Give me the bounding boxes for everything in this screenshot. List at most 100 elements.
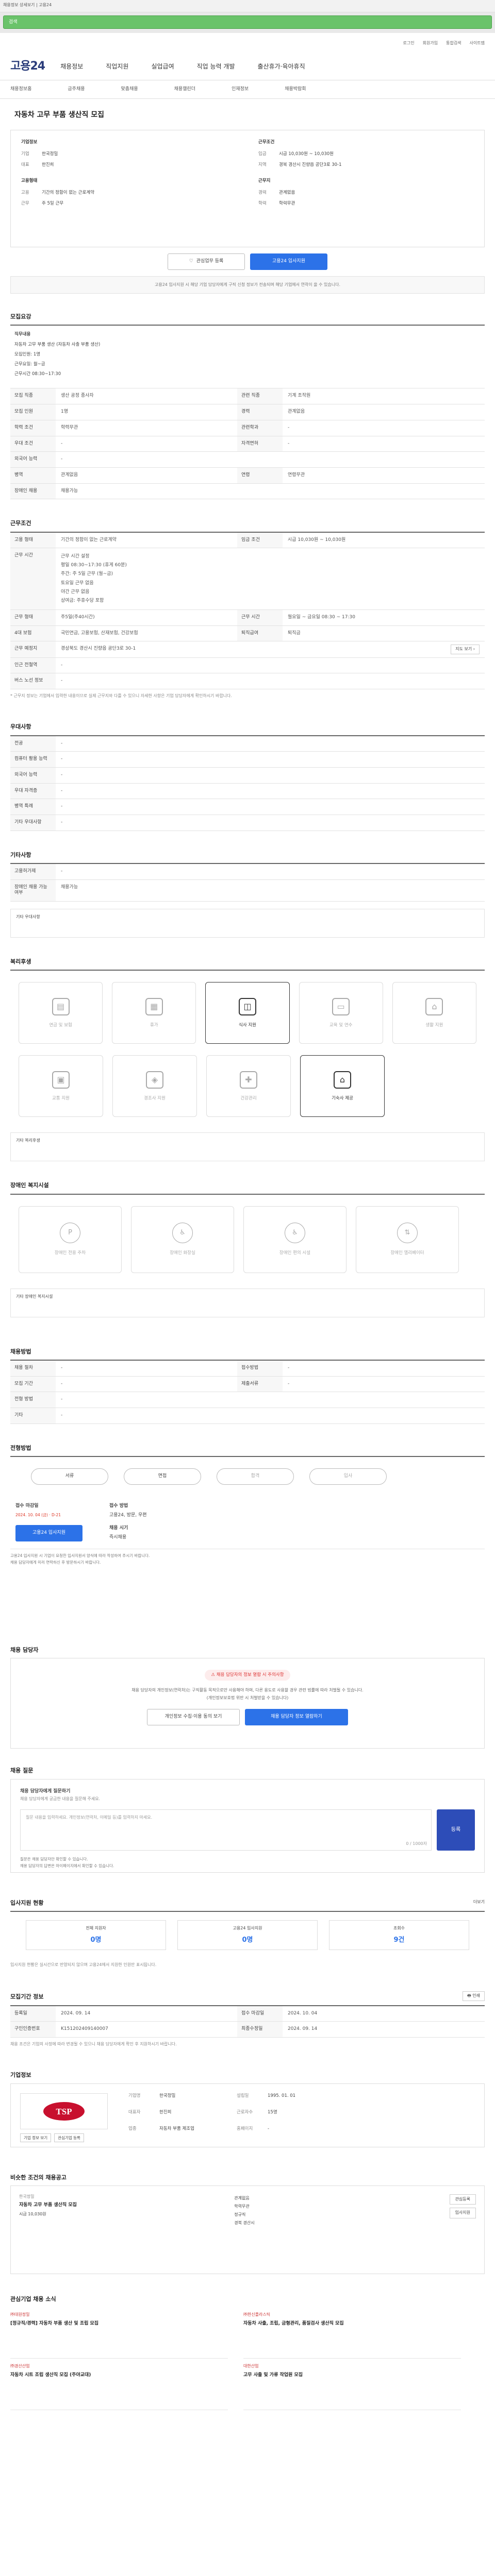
recruit-row: 병역 관계없음 연령 연령무관 — [10, 467, 485, 484]
alert-icon: ⚠ — [211, 1672, 217, 1678]
section-period: 모집기간 정보 — [10, 1993, 44, 2001]
map-button[interactable]: 지도 보기 › — [451, 645, 480, 654]
toilet-icon: ♿ — [172, 1223, 193, 1244]
feed-item[interactable]: 대한산업 고무 사출 및 가류 작업원 모집 — [243, 2359, 461, 2411]
similar-apply-button[interactable]: 입사지원 — [449, 2208, 476, 2218]
contact-panel: ⚠ 채용 담당자의 정보 열람 시 주의사항 채용 담당자의 개인정보(연락처)… — [10, 1658, 485, 1749]
signup-link[interactable]: 회원가입 — [423, 41, 438, 46]
follow-company-button[interactable]: 관심기업 등록 — [54, 2133, 84, 2143]
contact-warning: ⚠ 채용 담당자의 정보 열람 시 주의사항 — [205, 1670, 290, 1681]
conditions-table: 고용 형태 기간의 정함이 없는 근로계약 임금 조건 시급 10,030원 ~ 10… — [10, 531, 485, 703]
print-button[interactable]: 🖶 인쇄 — [463, 1991, 485, 2001]
privacy-consent-button[interactable]: 개인정보 수집·이용 동의 보기 — [147, 1709, 240, 1726]
similar-scrap-button[interactable]: 관심등록 — [449, 2194, 476, 2205]
url-bar[interactable]: 검색 — [3, 15, 492, 29]
job-intro: 직무내용 자동차 고무 부품 생산 (자동차 사출 부품 생산) 모집인원: 1… — [10, 326, 485, 389]
subnav-custom[interactable]: 맞춤채용 — [121, 87, 138, 93]
feed-item[interactable]: ㈜한신플라스틱 자동차 사출, 조립, 금형관리, 품질검사 생산직 모집 — [243, 2307, 461, 2359]
hire-timing: 즉시채용 — [109, 1535, 127, 1540]
welfare-etc: 기타 복리후생 — [10, 1132, 485, 1162]
feed-list: ㈜대원정밀 [정규직/경력] 자동차 부품 생산 및 조립 모집 ㈜경산산업 자동차… — [10, 2307, 485, 2411]
welfare-dorm: ⌂ 기숙사 제공 — [300, 1055, 385, 1117]
apply-button[interactable]: 고용24 입사지원 — [250, 253, 327, 270]
stat-apply: 고용24 입사지원 0명 — [177, 1920, 318, 1950]
section-recruit: 모집요강 — [10, 313, 31, 320]
question-input[interactable]: 질문 내용을 입력하세요. 개인정보(연락처, 이메일 등)를 입력하지 마세요… — [20, 1809, 432, 1851]
parking-icon: P — [60, 1223, 80, 1244]
section-similar: 비슷한 조건의 채용공고 — [10, 2174, 67, 2181]
welfare-education: ▭ 교육 및 연수 — [299, 982, 383, 1044]
sitemap-link[interactable]: 사이트맵 — [470, 41, 485, 46]
logo[interactable]: 고용24 — [10, 59, 45, 74]
disability-panel: P 장애인 전용 주차 ♿ 장애인 화장실 ♿ 장애인 편의 시설 ⇅ 장애인 엘리베이… — [10, 1193, 485, 1328]
disability-elevator: ⇅ 장애인 엘리베이터 — [356, 1206, 459, 1273]
co-site: - — [268, 2126, 270, 2131]
sub-nav: 채용정보홈 금주채용 맞춤채용 채용캘린더 인재정보 채용박람회 — [0, 80, 495, 99]
co-name: 한국정밀 — [159, 2093, 176, 2098]
similar-card[interactable]: 한국정밀 자동차 고무 부품 생산직 모집 시급 10,030원 — [19, 2194, 234, 2265]
recruit-row: 우대 조건 - 자격면허 - — [10, 436, 485, 452]
step-document: 서류 — [31, 1468, 108, 1485]
global-nav: 고용24 채용정보 직업지원 실업급여 직업 능력 개발 출산휴가·육아휴직 — [0, 54, 495, 80]
etc-box: 기타 우대사항 — [10, 909, 485, 938]
login-link[interactable]: 로그인 — [403, 41, 415, 46]
qa-panel: 채용 담당자에게 질문하기 채용 담당자에게 궁금한 내용을 질문해 주세요. … — [10, 1778, 485, 1873]
calendar-icon: ▦ — [145, 997, 163, 1015]
subnav-calendar[interactable]: 채용캘린더 — [174, 87, 195, 93]
apply-notice: 고용24 입사지원 시 해당 기업 담당자에게 구직 신청 정보가 전송되며 해… — [10, 276, 485, 294]
education: 학력무관 — [279, 201, 295, 207]
subnav-week[interactable]: 금주채용 — [68, 87, 85, 93]
nav-item-support[interactable]: 직업지원 — [106, 63, 128, 71]
co-founded: 1995. 01. 01 — [268, 2093, 296, 2098]
company-logo: TSP — [20, 2093, 108, 2129]
welfare-vacation: ▦ 휴가 — [112, 982, 196, 1044]
section-etc: 기타사항 — [10, 851, 31, 858]
bus-icon: ▣ — [52, 1071, 70, 1089]
submit-question-button[interactable]: 등록 — [437, 1809, 475, 1851]
utility-nav: 로그인 회원가입 통합검색 사이트맵 — [0, 33, 495, 54]
recruit-table: 직무내용 자동차 고무 부품 생산 (자동차 사출 부품 생산) 모집인원: 1… — [10, 325, 485, 500]
co-ceo: 한진희 — [159, 2109, 172, 2115]
welfare-family: ◈ 경조사 지원 — [112, 1055, 197, 1117]
company-name: 한국정밀 — [42, 151, 58, 157]
company-detail-button[interactable]: 기업 정보 보기 — [20, 2133, 52, 2143]
svg-text:TSP: TSP — [56, 2107, 72, 2116]
subnav-talent[interactable]: 인재정보 — [232, 87, 249, 93]
etc-table: 고용허가제 - 장애인 채용 가능 여부 채용가능 기타 우대사항 — [10, 863, 485, 938]
scrap-button[interactable]: ♡ 관심업무 등록 — [168, 253, 245, 270]
living-icon: ⌂ — [425, 997, 443, 1015]
disability-etc: 기타 장애인 복지시설 — [10, 1288, 485, 1317]
work-type: 기간의 정함이 없는 근로계약 — [42, 190, 94, 196]
feed-item[interactable]: ㈜대원정밀 [정규직/경력] 자동차 부품 생산 및 조립 모집 — [10, 2307, 228, 2359]
apply-button-2[interactable]: 고용24 입사지원 — [15, 1524, 82, 1541]
section-preference: 우대사항 — [10, 723, 31, 731]
conditions-label: 근무조건 — [258, 140, 275, 145]
step-join: 입사 — [309, 1468, 387, 1485]
experience: 관계없음 — [279, 190, 295, 196]
subnav-home[interactable]: 채용정보홈 — [10, 87, 31, 93]
welfare-health: ✚ 건강관리 — [206, 1055, 291, 1117]
apply-method: 고용24, 방문, 우편 — [109, 1512, 147, 1518]
nav-item-benefit[interactable]: 실업급여 — [151, 63, 174, 71]
pay: 시급 10,030원 ~ 10,030원 — [279, 151, 334, 157]
nav-item-jobs[interactable]: 채용정보 — [60, 63, 83, 71]
recruit-row: 외국어 능력 - — [10, 452, 485, 468]
feed-item[interactable]: ㈜경산산업 자동차 시트 조립 생산직 모집 (주야교대) — [10, 2359, 228, 2411]
search-link[interactable]: 통합검색 — [446, 41, 461, 46]
recruit-row: 모집 직종 생산 공정 종사자 관련 직종 기계 조작원 — [10, 388, 485, 405]
company-ceo: 한진희 — [42, 162, 54, 168]
nav-item-leave[interactable]: 출산휴가·육아휴직 — [258, 63, 305, 71]
health-icon: ✚ — [240, 1071, 257, 1089]
subnav-fair[interactable]: 채용박람회 — [285, 87, 306, 93]
stat-views: 조회수 9건 — [329, 1920, 469, 1950]
disability-parking: P 장애인 전용 주차 — [19, 1206, 122, 1273]
view-contact-button[interactable]: 채용 담당자 정보 열람하기 — [245, 1709, 348, 1726]
gift-icon: ◈ — [146, 1071, 163, 1089]
education-icon: ▭ — [332, 997, 350, 1015]
nav-item-training[interactable]: 직업 능력 개발 — [197, 63, 235, 71]
section-qa: 채용 질문 — [10, 1767, 34, 1774]
section-disability: 장애인 복지시설 — [10, 1182, 49, 1189]
history-more-link[interactable]: 더보기 — [473, 1900, 485, 1905]
section-procedure: 전형방법 — [10, 1444, 31, 1451]
welfare-meal: ◫ 식사 지원 — [205, 982, 290, 1044]
